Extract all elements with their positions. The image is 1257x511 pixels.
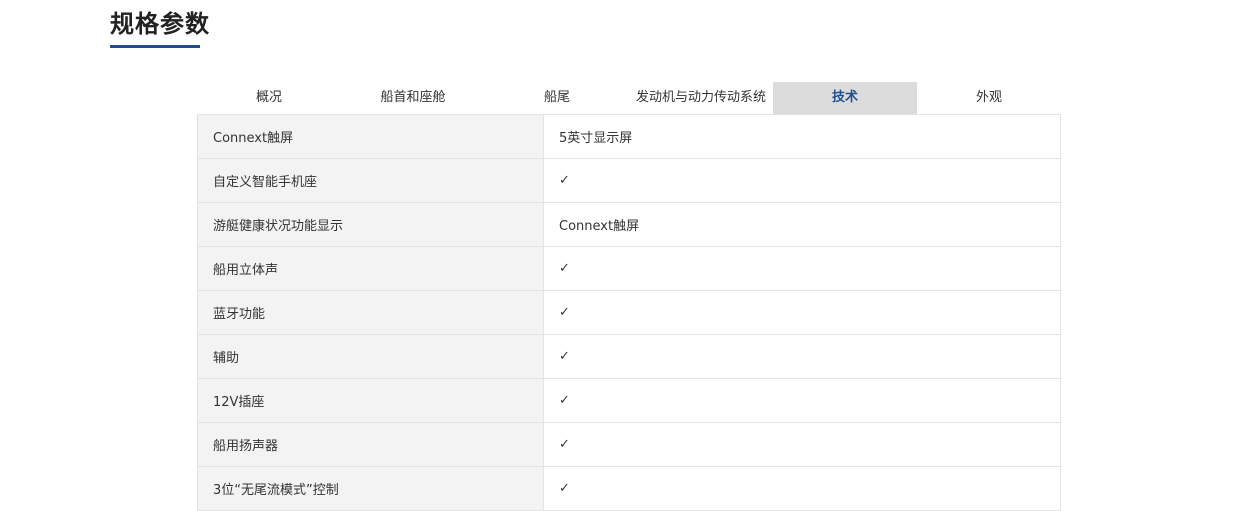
spec-value: ✓ bbox=[543, 378, 1061, 423]
spec-value: 5英寸显示屏 bbox=[543, 114, 1061, 159]
spec-tabs: 概况 船首和座舱 船尾 发动机与动力传动系统 技术 外观 bbox=[197, 82, 1061, 114]
tab-exterior[interactable]: 外观 bbox=[917, 82, 1061, 114]
spec-value: ✓ bbox=[543, 466, 1061, 511]
spec-value: ✓ bbox=[543, 422, 1061, 467]
tab-engine-and-drivetrain[interactable]: 发动机与动力传动系统 bbox=[629, 82, 773, 114]
spec-value: ✓ bbox=[543, 334, 1061, 379]
section-title: 规格参数 bbox=[110, 10, 210, 38]
spec-value: Connext触屏 bbox=[543, 202, 1061, 247]
spec-label: 船用立体声 bbox=[197, 246, 544, 291]
tab-overview[interactable]: 概况 bbox=[197, 82, 341, 114]
spec-label: 游艇健康状况功能显示 bbox=[197, 202, 544, 247]
spec-value: ✓ bbox=[543, 246, 1061, 291]
spec-value: ✓ bbox=[543, 158, 1061, 203]
table-row: 蓝牙功能 ✓ bbox=[197, 290, 1061, 335]
spec-label: Connext触屏 bbox=[197, 114, 544, 159]
spec-label: 12V插座 bbox=[197, 378, 544, 423]
table-row: 船用立体声 ✓ bbox=[197, 246, 1061, 291]
table-row: 船用扬声器 ✓ bbox=[197, 422, 1061, 467]
spec-label: 辅助 bbox=[197, 334, 544, 379]
table-row: 自定义智能手机座 ✓ bbox=[197, 158, 1061, 203]
tab-technology[interactable]: 技术 bbox=[773, 82, 917, 114]
spec-label: 自定义智能手机座 bbox=[197, 158, 544, 203]
table-row: 游艇健康状况功能显示 Connext触屏 bbox=[197, 202, 1061, 247]
table-row: Connext触屏 5英寸显示屏 bbox=[197, 114, 1061, 159]
title-underline bbox=[110, 45, 200, 48]
spec-label: 蓝牙功能 bbox=[197, 290, 544, 335]
table-row: 12V插座 ✓ bbox=[197, 378, 1061, 423]
tab-stern[interactable]: 船尾 bbox=[485, 82, 629, 114]
tab-bow-and-cockpit[interactable]: 船首和座舱 bbox=[341, 82, 485, 114]
table-row: 3位“无尾流模式”控制 ✓ bbox=[197, 466, 1061, 511]
table-row: 辅助 ✓ bbox=[197, 334, 1061, 379]
spec-value: ✓ bbox=[543, 290, 1061, 335]
spec-label: 船用扬声器 bbox=[197, 422, 544, 467]
spec-table: Connext触屏 5英寸显示屏 自定义智能手机座 ✓ 游艇健康状况功能显示 C… bbox=[197, 114, 1061, 511]
spec-label: 3位“无尾流模式”控制 bbox=[197, 466, 544, 511]
